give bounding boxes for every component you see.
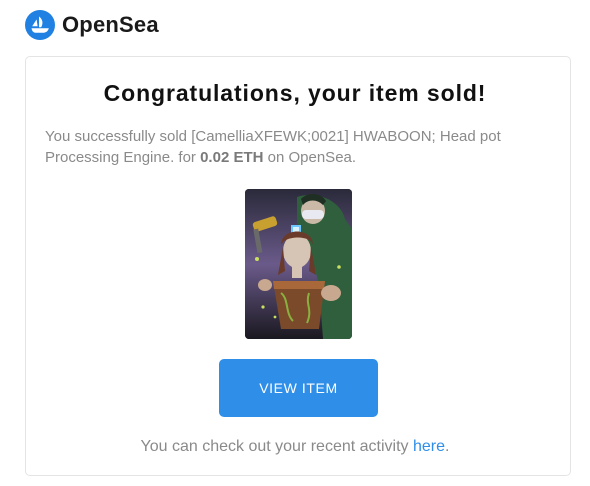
footer-period: . bbox=[445, 438, 450, 455]
page-title: Congratulations, your item sold! bbox=[103, 80, 487, 106]
brand-name[interactable]: OpenSea bbox=[62, 12, 159, 38]
recent-activity-note: You can check out your recent activity h… bbox=[0, 438, 590, 456]
email-header: OpenSea bbox=[25, 10, 159, 40]
sale-message: You successfully sold [CamelliaXFEWK;002… bbox=[45, 126, 555, 168]
recent-activity-link[interactable]: here bbox=[413, 438, 445, 455]
opensea-logo-icon[interactable] bbox=[25, 10, 55, 40]
sale-message-suffix: on OpenSea. bbox=[263, 149, 357, 166]
nft-image[interactable] bbox=[245, 189, 352, 339]
view-item-button[interactable]: VIEW ITEM bbox=[219, 359, 378, 417]
footer-text: You can check out your recent activity bbox=[140, 438, 413, 455]
sale-price: 0.02 ETH bbox=[200, 149, 264, 166]
nft-artwork bbox=[245, 189, 352, 339]
